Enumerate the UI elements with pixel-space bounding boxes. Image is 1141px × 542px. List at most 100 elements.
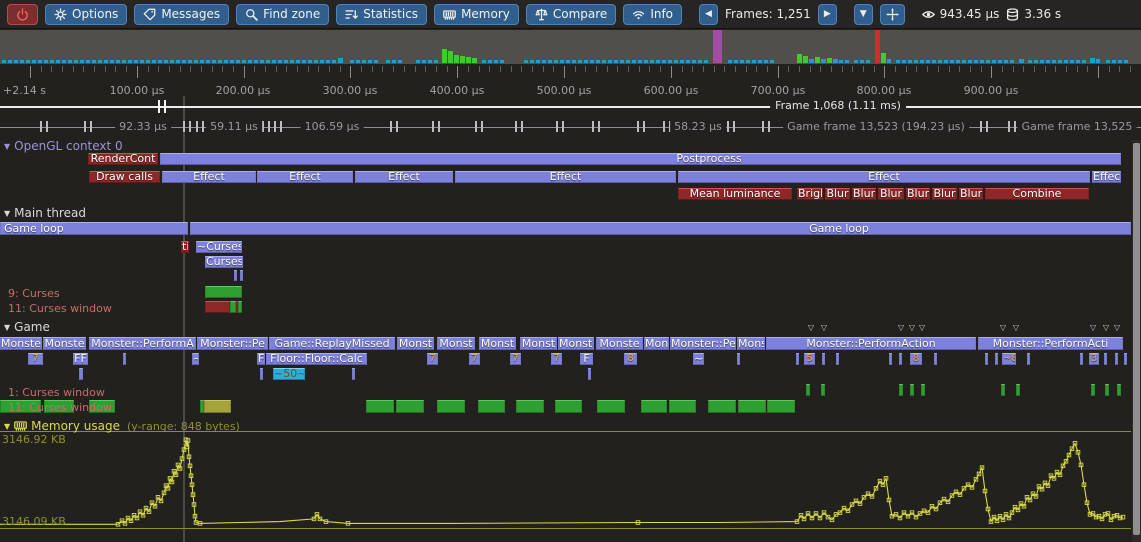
info-button[interactable]: Info xyxy=(623,4,682,25)
zone-box[interactable] xyxy=(1104,353,1107,365)
zone-box[interactable]: Effect xyxy=(162,171,256,183)
messages-button[interactable]: Messages xyxy=(134,4,229,25)
zone-box[interactable] xyxy=(234,270,237,281)
zone-box[interactable]: ~Curses xyxy=(196,241,242,253)
zone-box[interactable]: Mons xyxy=(737,337,765,350)
frames-overview-graph[interactable] xyxy=(0,30,1141,64)
zone-box[interactable]: 7 xyxy=(28,353,43,365)
zone-box[interactable]: Blur xyxy=(959,188,983,200)
zone-box[interactable] xyxy=(204,400,231,413)
zone-box[interactable]: FF xyxy=(73,353,88,365)
zone-box[interactable]: 8 xyxy=(624,353,637,365)
compare-button[interactable]: Compare xyxy=(526,4,616,25)
zone-box[interactable] xyxy=(934,353,937,365)
zone-box[interactable] xyxy=(366,400,394,413)
zone-box[interactable] xyxy=(478,400,505,413)
zone-box[interactable]: Mons xyxy=(644,337,669,350)
zone-box[interactable] xyxy=(822,353,825,365)
zone-box[interactable]: ~ xyxy=(693,353,704,365)
zone-box[interactable]: ti xyxy=(181,241,189,253)
zone-box[interactable] xyxy=(1027,353,1030,365)
zone-box[interactable]: Combine xyxy=(985,188,1089,200)
zone-box[interactable]: RenderCont xyxy=(88,153,158,165)
find-zone-button[interactable]: Find zone xyxy=(236,4,329,25)
zone-box[interactable]: Monst xyxy=(437,337,475,350)
zone-box[interactable] xyxy=(1124,353,1127,365)
zone-box[interactable] xyxy=(708,400,736,413)
zone-box[interactable]: 5 xyxy=(804,353,815,365)
zone-box[interactable] xyxy=(836,353,839,365)
zone-box[interactable]: Monst xyxy=(520,337,557,350)
go-to-frame-button[interactable]: ▼ xyxy=(854,4,873,25)
zone-box[interactable]: Monster::PerformAction xyxy=(766,337,976,350)
zone-box[interactable] xyxy=(899,353,902,365)
zone-box[interactable] xyxy=(238,301,242,313)
zone-box[interactable]: Monste xyxy=(0,337,42,350)
section-header-opengl[interactable]: ▼OpenGL context 0 xyxy=(4,139,123,153)
section-header-main-thread[interactable]: ▼Main thread xyxy=(4,206,86,220)
section-header-mem[interactable]: ▼Memory usage(y-range: 848 bytes) xyxy=(4,419,240,435)
power-button[interactable] xyxy=(7,4,38,25)
statistics-button[interactable]: Statistics xyxy=(336,4,427,25)
zone-box[interactable]: Blur xyxy=(906,188,930,200)
zone-box[interactable] xyxy=(1115,353,1118,365)
memory-usage-graph[interactable] xyxy=(0,0,1141,542)
zone-box[interactable]: F xyxy=(257,353,265,365)
zone-box[interactable]: Game::ReplayMissed xyxy=(269,337,395,350)
zone-box[interactable] xyxy=(738,400,766,413)
zone-box[interactable] xyxy=(396,400,424,413)
zone-box[interactable] xyxy=(1080,353,1083,365)
zone-box[interactable]: Brigh xyxy=(797,188,823,200)
zone-box[interactable]: 7 xyxy=(427,353,438,365)
zone-box[interactable]: Blur xyxy=(878,188,904,200)
zone-box[interactable] xyxy=(995,353,998,365)
zone-box[interactable]: Blur xyxy=(932,188,957,200)
next-frame-button[interactable]: ▶ xyxy=(818,4,837,25)
zone-box[interactable]: Monste xyxy=(596,337,643,350)
zone-box[interactable]: Monst xyxy=(397,337,434,350)
zone-box[interactable]: ~ xyxy=(192,353,199,365)
zone-box[interactable]: Monst xyxy=(479,337,516,350)
zone-box[interactable] xyxy=(796,353,799,365)
section-header-game[interactable]: ▼Game xyxy=(4,320,50,334)
zone-box[interactable]: Game loop xyxy=(0,222,188,235)
zone-box[interactable]: 3 xyxy=(1089,353,1099,365)
zone-box[interactable]: Monster::PerformA xyxy=(89,337,196,350)
zone-box[interactable] xyxy=(437,400,465,413)
zone-box[interactable]: 7 xyxy=(510,353,521,365)
memory-button[interactable]: Memory xyxy=(434,4,519,25)
zone-box[interactable]: Monster::PerformActi xyxy=(978,337,1123,350)
zone-box[interactable]: ~50~ xyxy=(273,368,305,380)
zone-box[interactable] xyxy=(205,301,230,313)
zone-box[interactable] xyxy=(597,400,625,413)
zone-box[interactable] xyxy=(555,400,582,413)
zone-box[interactable] xyxy=(669,400,696,413)
zoom-to-frame-button[interactable] xyxy=(880,4,905,25)
zone-box[interactable]: 7 xyxy=(551,353,562,365)
zone-box[interactable]: 8 xyxy=(910,353,922,365)
zone-box[interactable]: Effect xyxy=(678,171,1090,183)
scrollbar-thumb[interactable] xyxy=(1133,143,1140,535)
zone-box[interactable]: Game loop xyxy=(190,222,1131,235)
zone-box[interactable]: Postprocess xyxy=(160,153,1121,165)
zone-box[interactable] xyxy=(516,400,544,413)
zone-box[interactable] xyxy=(123,353,126,365)
zone-box[interactable] xyxy=(588,368,591,380)
zone-box[interactable]: F xyxy=(580,353,593,365)
zone-box[interactable] xyxy=(352,368,355,380)
zone-box[interactable]: Effect xyxy=(355,171,453,183)
zone-box[interactable] xyxy=(737,353,740,365)
zone-box[interactable]: Blur xyxy=(825,188,850,200)
zone-box[interactable] xyxy=(240,270,243,281)
zone-box[interactable] xyxy=(889,353,892,365)
zone-box[interactable]: Monster::Pe xyxy=(197,337,268,350)
zone-box[interactable]: Effect xyxy=(455,171,676,183)
zone-box[interactable]: ~8 xyxy=(1002,353,1016,365)
zone-box[interactable]: Draw calls xyxy=(89,171,160,183)
zone-box[interactable] xyxy=(767,400,795,413)
zone-box[interactable] xyxy=(205,286,242,298)
zone-box[interactable] xyxy=(641,400,667,413)
zone-box[interactable] xyxy=(260,368,263,380)
zone-box[interactable] xyxy=(79,368,83,380)
zone-box[interactable]: Effect xyxy=(257,171,353,183)
